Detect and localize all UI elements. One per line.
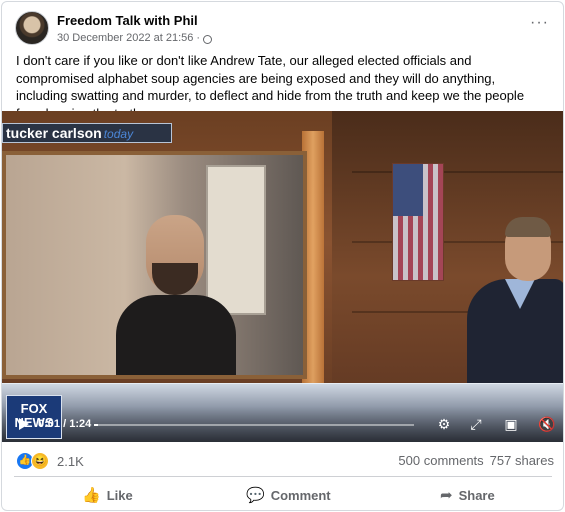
shares-count[interactable]: 757 shares	[490, 453, 554, 468]
comment-button[interactable]: 💬 Comment	[246, 480, 331, 510]
volume-muted-icon[interactable]: 🔇	[538, 416, 555, 432]
share-label: Share	[458, 487, 495, 503]
guest-beard	[152, 263, 198, 295]
like-button[interactable]: 👍 Like	[82, 480, 133, 510]
author-name[interactable]: Freedom Talk with Phil	[57, 13, 198, 28]
comments-count[interactable]: 500 comments	[398, 453, 483, 468]
network-logo-line1: FOX	[20, 401, 48, 416]
fullscreen-icon[interactable]: ⤢	[468, 416, 484, 432]
guest-torso	[116, 295, 236, 375]
comment-icon: 💬	[246, 487, 265, 504]
current-time: 0:01	[38, 418, 61, 430]
flag-canton	[393, 164, 423, 216]
haha-reaction-icon: 😆	[31, 452, 49, 470]
post-actions: 👍 Like 💬 Comment ➦ Share	[2, 480, 563, 510]
post-header: Freedom Talk with Phil 30 December 2022 …	[15, 11, 555, 47]
video-player[interactable]: tucker carlson today FOX NEWS 0:01 / 1:24…	[2, 111, 563, 442]
share-button[interactable]: ➦ Share	[440, 480, 495, 510]
post-meta: 30 December 2022 at 21:56 ·	[57, 32, 213, 44]
more-options-icon[interactable]: ···	[530, 15, 549, 31]
wood-plank	[352, 171, 563, 173]
studio-monitor	[2, 151, 307, 379]
american-flag	[392, 163, 444, 281]
divider	[14, 476, 552, 477]
lower-third-tag: today	[103, 127, 134, 141]
author-avatar[interactable]	[15, 11, 49, 45]
guest-figure	[116, 215, 236, 375]
progress-fill	[94, 424, 98, 426]
globe-icon[interactable]	[203, 34, 213, 44]
reactions-summary[interactable]: 👍 😆 2.1K	[16, 452, 84, 470]
thumbs-up-icon: 👍	[82, 487, 101, 504]
play-icon[interactable]	[19, 418, 29, 430]
comment-label: Comment	[270, 487, 331, 503]
show-lower-third: tucker carlson today	[2, 123, 172, 143]
video-time: 0:01 / 1:24	[38, 418, 91, 430]
like-label: Like	[106, 487, 133, 503]
reaction-count: 2.1K	[57, 453, 84, 469]
progress-bar[interactable]	[94, 424, 414, 426]
engagement-stats: 500 comments 757 shares	[398, 453, 554, 468]
time-separator: /	[60, 418, 70, 430]
lower-third-name: tucker carlson	[6, 125, 102, 141]
host-hair	[505, 217, 551, 237]
share-icon: ➦	[440, 487, 453, 504]
duration: 1:24	[69, 418, 92, 430]
meta-separator: ·	[196, 32, 201, 44]
post-timestamp[interactable]: 30 December 2022 at 21:56	[57, 32, 193, 44]
settings-icon[interactable]: ⚙	[436, 416, 452, 432]
network-logo: FOX NEWS	[6, 395, 62, 439]
pip-icon[interactable]: ▣	[503, 416, 519, 432]
post-card: Freedom Talk with Phil 30 December 2022 …	[1, 1, 564, 511]
